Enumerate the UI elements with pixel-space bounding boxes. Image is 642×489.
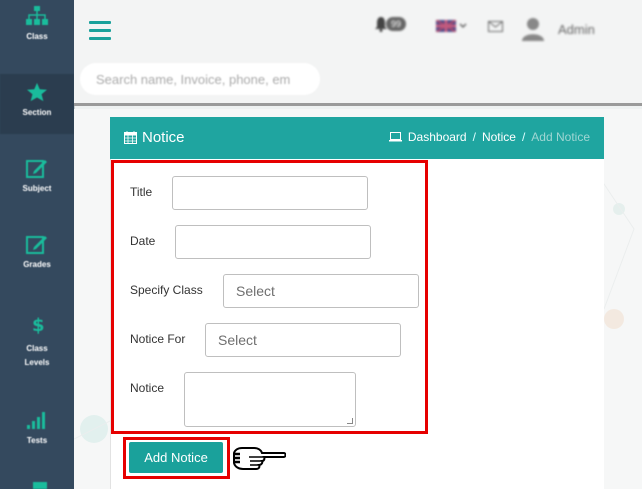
breadcrumb-current: Add Notice bbox=[531, 130, 590, 144]
breadcrumb: Dashboard / Notice / Add Notice bbox=[388, 130, 590, 144]
notification-badge: 99 bbox=[386, 17, 407, 31]
avatar bbox=[522, 18, 544, 41]
sidebar-item-label: Tests bbox=[26, 436, 48, 445]
flag-icon bbox=[436, 20, 456, 32]
sitemap-icon bbox=[26, 6, 48, 25]
sidebar-item-label: Subject bbox=[22, 184, 52, 193]
breadcrumb-separator: / bbox=[521, 130, 526, 144]
breadcrumb-notice-link[interactable]: Notice bbox=[482, 130, 516, 144]
sidebar-item-grades[interactable]: Grades bbox=[0, 234, 74, 284]
hamburger-menu-icon[interactable] bbox=[89, 21, 111, 41]
sidebar-item-subject[interactable]: Subject bbox=[0, 158, 74, 208]
sidebar: Class Section Subject Grades $ Class Lev… bbox=[0, 0, 74, 489]
user-menu[interactable]: Admin bbox=[522, 17, 595, 41]
edit-icon bbox=[26, 160, 47, 178]
language-flag[interactable] bbox=[436, 20, 467, 32]
breadcrumb-dashboard-link[interactable]: Dashboard bbox=[408, 130, 467, 144]
mail-icon[interactable] bbox=[488, 20, 503, 35]
laptop-icon bbox=[388, 132, 402, 142]
pointing-hand-icon bbox=[233, 447, 286, 470]
sidebar-item-label: Class bbox=[26, 344, 48, 353]
form-highlight-box bbox=[111, 160, 428, 434]
calendar-icon bbox=[124, 131, 137, 144]
sidebar-item-label: Levels bbox=[24, 358, 50, 367]
user-name: Admin bbox=[558, 21, 595, 37]
sidebar-item-tests[interactable]: Tests bbox=[0, 410, 74, 460]
sidebar-item-label: Class bbox=[26, 32, 48, 41]
star-icon bbox=[27, 82, 47, 102]
card-header: Notice Dashboard / Notice / Add Notice bbox=[110, 117, 604, 159]
dollar-icon: $ bbox=[32, 315, 44, 336]
notification-area[interactable]: 99 bbox=[374, 16, 407, 32]
card-title: Notice bbox=[124, 129, 185, 146]
sidebar-next-icon bbox=[33, 482, 47, 489]
search-input[interactable] bbox=[80, 63, 320, 95]
sidebar-item-class[interactable]: Class bbox=[0, 6, 74, 66]
edit-icon bbox=[26, 236, 47, 254]
svg-text:$: $ bbox=[32, 315, 44, 336]
sidebar-item-label: Grades bbox=[23, 260, 51, 269]
add-notice-button[interactable]: Add Notice bbox=[129, 442, 223, 473]
sidebar-item-section[interactable]: Section bbox=[0, 74, 74, 134]
sidebar-item-label: Section bbox=[22, 108, 52, 117]
signal-icon bbox=[27, 412, 45, 429]
breadcrumb-separator: / bbox=[472, 130, 476, 144]
sidebar-item-class-levels[interactable]: $ Class Levels bbox=[0, 314, 74, 384]
chevron-down-icon bbox=[459, 23, 467, 28]
top-navbar: 99 Admin bbox=[74, 0, 642, 106]
page-title: Notice bbox=[142, 129, 185, 146]
